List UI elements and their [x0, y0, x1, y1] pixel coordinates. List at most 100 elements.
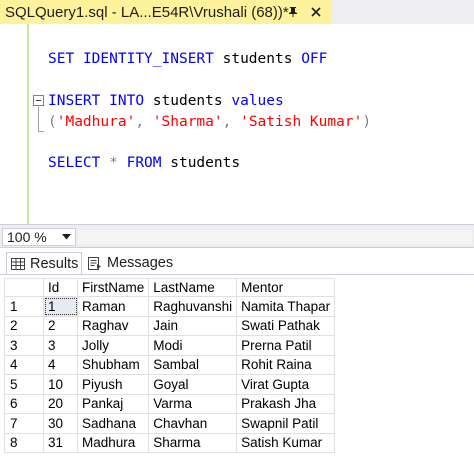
- cell-mentor[interactable]: Rohit Raina: [236, 354, 336, 375]
- pin-icon[interactable]: [284, 3, 302, 21]
- table-row[interactable]: 4 4 Shubham Sambal Rohit Raina: [4, 354, 336, 375]
- code-line-1: SET IDENTITY_INSERT students OFF: [48, 50, 327, 68]
- keyword: values: [231, 93, 284, 109]
- outline-guide-end: [38, 131, 44, 132]
- keyword: IDENTITY_INSERT: [82, 51, 214, 67]
- identifier: students: [213, 51, 302, 67]
- code-line-4: SELECT * FROM students: [48, 154, 240, 172]
- close-icon[interactable]: [307, 3, 325, 21]
- string-literal: 'Satish Kumar': [240, 114, 363, 130]
- query-editor[interactable]: SET IDENTITY_INSERT students OFF INSERT …: [0, 24, 474, 224]
- keyword: FROM: [126, 155, 162, 171]
- messages-icon: [88, 256, 102, 270]
- table-row[interactable]: 7 30 Sadhana Chavhan Swapnil Patil: [4, 413, 336, 434]
- cell-mentor[interactable]: Prakash Jha: [236, 393, 336, 414]
- chevron-down-icon[interactable]: [59, 229, 73, 245]
- column-header-firstname[interactable]: FirstName: [76, 278, 150, 297]
- cell-lastname[interactable]: Jain: [148, 315, 238, 336]
- results-grid-area: Id FirstName LastName Mentor 1 1 Raman R…: [0, 276, 474, 473]
- document-tab-title: SQLQuery1.sql - LA...E54R\Vrushali (68))…: [5, 3, 289, 21]
- cell-firstname[interactable]: Pankaj: [76, 393, 150, 414]
- cell-firstname[interactable]: Shubham: [76, 354, 150, 375]
- grid-header-row: Id FirstName LastName Mentor: [4, 278, 336, 297]
- cell-firstname[interactable]: Raghav: [76, 315, 150, 336]
- cell-lastname[interactable]: Goyal: [148, 374, 238, 395]
- cell-id[interactable]: 4: [43, 354, 78, 375]
- cell-firstname[interactable]: Madhura: [76, 432, 150, 453]
- cell-lastname[interactable]: Modi: [148, 335, 238, 356]
- table-row[interactable]: 1 1 Raman Raghuvanshi Namita Thapar: [4, 296, 336, 317]
- change-tracking-margin: [27, 24, 29, 224]
- table-row[interactable]: 2 2 Raghav Jain Swati Pathak: [4, 315, 336, 336]
- tab-messages[interactable]: Messages: [84, 252, 176, 274]
- outline-guide: [38, 107, 39, 131]
- keyword: INTO: [109, 93, 145, 109]
- separator: ,: [135, 114, 153, 130]
- row-number[interactable]: 8: [4, 432, 44, 453]
- column-header-lastname[interactable]: LastName: [148, 278, 238, 297]
- cell-firstname[interactable]: Raman: [76, 296, 150, 317]
- cell-firstname[interactable]: Jolly: [76, 335, 150, 356]
- identifier: students: [161, 155, 241, 171]
- table-row[interactable]: 3 3 Jolly Modi Prerna Patil: [4, 335, 336, 356]
- tab-messages-label: Messages: [107, 255, 174, 271]
- string-literal: 'Sharma': [152, 114, 223, 130]
- keyword: INSERT: [48, 93, 101, 109]
- identifier: students: [144, 93, 232, 109]
- results-grid[interactable]: Id FirstName LastName Mentor 1 1 Raman R…: [4, 278, 336, 453]
- tab-results-label: Results: [30, 255, 79, 272]
- cell-mentor[interactable]: Virat Gupta: [236, 374, 336, 395]
- cell-mentor[interactable]: Satish Kumar: [236, 432, 336, 453]
- keyword: SELECT: [48, 155, 101, 171]
- row-number[interactable]: 7: [4, 413, 44, 434]
- table-row[interactable]: 5 10 Piyush Goyal Virat Gupta: [4, 374, 336, 395]
- horizontal-scrollbar[interactable]: [78, 230, 472, 244]
- cell-id[interactable]: 30: [43, 413, 78, 434]
- paren: (: [48, 114, 57, 130]
- row-number[interactable]: 4: [4, 354, 44, 375]
- row-number[interactable]: 6: [4, 393, 44, 414]
- editor-status-bar: 100 %: [0, 224, 474, 248]
- cell-id[interactable]: 2: [43, 315, 78, 336]
- table-row[interactable]: 8 31 Madhura Sharma Satish Kumar: [4, 432, 336, 453]
- cell-lastname[interactable]: Sharma: [148, 432, 238, 453]
- cell-id[interactable]: 10: [43, 374, 78, 395]
- row-number[interactable]: 2: [4, 315, 44, 336]
- cell-lastname[interactable]: Raghuvanshi: [148, 296, 238, 317]
- cell-id[interactable]: 20: [43, 393, 78, 414]
- cell-lastname[interactable]: Sambal: [148, 354, 238, 375]
- cell-id[interactable]: 31: [43, 432, 78, 453]
- column-header-id[interactable]: Id: [43, 278, 78, 297]
- cell-mentor[interactable]: Swati Pathak: [236, 315, 336, 336]
- zoom-value: 100 %: [7, 229, 47, 245]
- collapse-toggle[interactable]: [33, 95, 44, 106]
- results-tab-strip: Results Messages: [0, 249, 474, 275]
- zoom-select[interactable]: 100 %: [2, 228, 76, 246]
- cell-mentor[interactable]: Prerna Patil: [236, 335, 336, 356]
- row-number[interactable]: 3: [4, 335, 44, 356]
- cell-firstname[interactable]: Sadhana: [76, 413, 150, 434]
- table-row[interactable]: 6 20 Pankaj Varma Prakash Jha: [4, 393, 336, 414]
- tab-results[interactable]: Results: [6, 252, 82, 274]
- row-number[interactable]: 1: [4, 296, 44, 317]
- code-line-2: INSERT INTO students values: [48, 92, 284, 110]
- cell-lastname[interactable]: Chavhan: [148, 413, 238, 434]
- cell-id[interactable]: 1: [43, 296, 78, 317]
- document-tab-strip: SQLQuery1.sql - LA...E54R\Vrushali (68))…: [0, 0, 474, 24]
- row-number-header[interactable]: [4, 278, 44, 297]
- grid-icon: [11, 257, 25, 270]
- keyword: SET: [48, 51, 75, 67]
- operator: *: [100, 155, 127, 171]
- cell-mentor[interactable]: Swapnil Patil: [236, 413, 336, 434]
- cell-id[interactable]: 3: [43, 335, 78, 356]
- cell-lastname[interactable]: Varma: [148, 393, 238, 414]
- cell-firstname[interactable]: Piyush: [76, 374, 150, 395]
- keyword: OFF: [301, 51, 328, 67]
- column-header-mentor[interactable]: Mentor: [236, 278, 336, 297]
- paren: ): [362, 114, 372, 130]
- row-number[interactable]: 5: [4, 374, 44, 395]
- document-tab[interactable]: SQLQuery1.sql - LA...E54R\Vrushali (68))…: [0, 0, 332, 24]
- string-literal: 'Madhura': [56, 114, 136, 130]
- cell-mentor[interactable]: Namita Thapar: [236, 296, 336, 317]
- code-line-3: ('Madhura', 'Sharma', 'Satish Kumar'): [48, 113, 371, 131]
